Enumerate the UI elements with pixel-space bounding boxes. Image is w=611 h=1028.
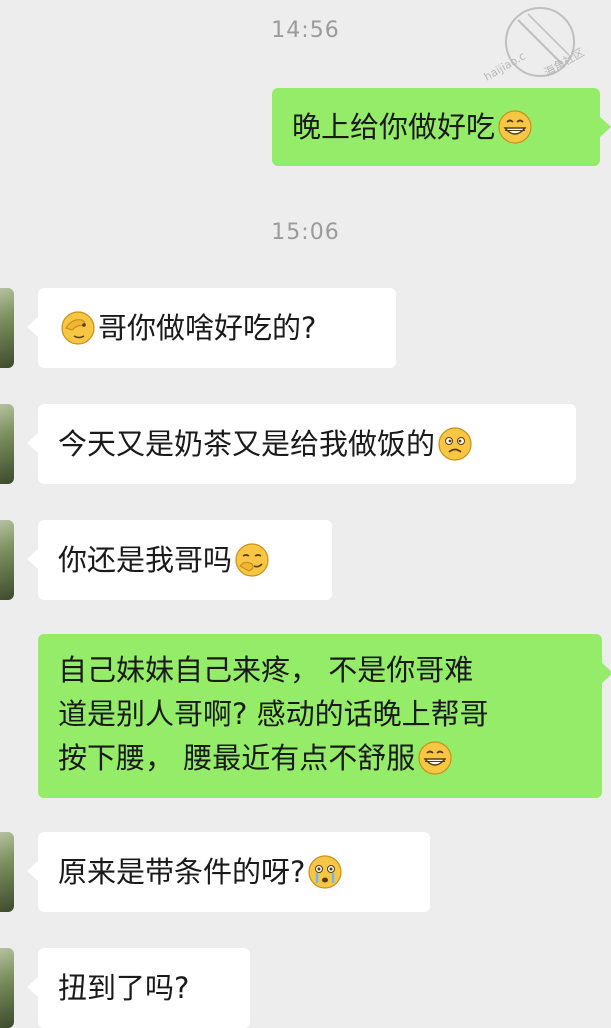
message-text: 原来是带条件的呀? [58, 855, 306, 889]
message-bubble-received[interactable]: 原来是带条件的呀? [27, 832, 430, 912]
message-text: 你还是我哥吗 [58, 543, 233, 577]
grin-emoji [497, 109, 533, 145]
message-bubble-received[interactable]: 哥你做啥好吃的? [27, 288, 396, 368]
message-bubble-sent[interactable]: 晚上给你做好吃 [272, 88, 611, 166]
message-text: 晚上给你做好吃 [292, 110, 496, 144]
message-text-line: 自己妹妹自己来疼， 不是你哥难 [58, 653, 474, 687]
message-text: 扭到了吗? [58, 971, 190, 1005]
watermark-logo: 海角社区 haijiao.c [482, 0, 592, 98]
message-bubble-received[interactable]: 今天又是奶茶又是给我做饭的 [27, 404, 576, 484]
contact-avatar[interactable] [0, 832, 14, 912]
timestamp: 14:56 [271, 18, 340, 43]
tearful-emoji [307, 854, 343, 890]
message-text-line-with-emoji: 按下腰， 腰最近有点不舒服 [58, 736, 582, 780]
contact-avatar[interactable] [0, 404, 14, 484]
confused-emoji [437, 426, 473, 462]
message-text: 今天又是奶茶又是给我做饭的 [58, 427, 436, 461]
grin-emoji [417, 740, 453, 776]
timestamp: 15:06 [271, 220, 340, 245]
contact-avatar[interactable] [0, 288, 14, 368]
contact-avatar[interactable] [0, 948, 14, 1028]
message-bubble-sent[interactable]: 自己妹妹自己来疼， 不是你哥难 道是别人哥啊? 感动的话晚上帮哥 按下腰， 腰最… [38, 634, 611, 798]
message-bubble-received[interactable]: 你还是我哥吗 [27, 520, 332, 600]
message-bubble-received[interactable]: 扭到了吗? [27, 948, 250, 1028]
facepalm-emoji [60, 310, 96, 346]
message-text: 哥你做啥好吃的? [98, 311, 317, 345]
contact-avatar[interactable] [0, 520, 14, 600]
message-text-line: 按下腰， 腰最近有点不舒服 [58, 741, 416, 775]
message-text-line: 道是别人哥啊? 感动的话晚上帮哥 [58, 697, 489, 731]
smirk-emoji [234, 542, 270, 578]
